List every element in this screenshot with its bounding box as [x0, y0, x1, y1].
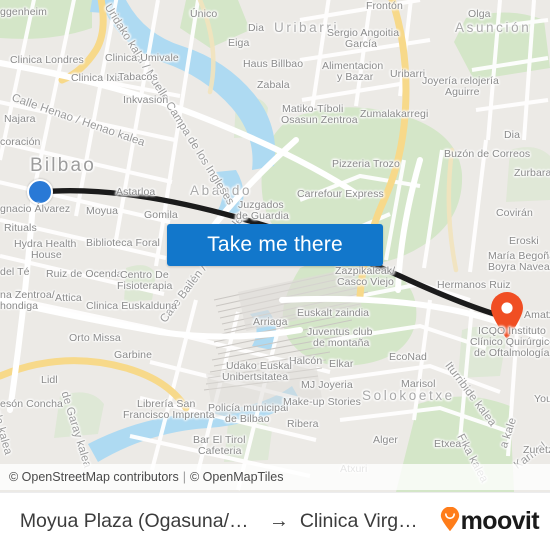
moovit-logo[interactable]: moovit [440, 506, 550, 537]
arrow-right-icon: → [268, 510, 289, 532]
route-origin-label: Moyua Plaza (Ogasuna/Haciend… [19, 510, 258, 532]
moovit-pin-icon [440, 506, 460, 537]
map-attribution: © OpenStreetMap contributors | © OpenMap… [0, 464, 550, 490]
map-canvas[interactable]: Bilbao Uribarri Asunción Abando Solokoetxe Ca… [0, 0, 550, 492]
moovit-map-screen: Bilbao Uribarri Asunción Abando Solokoetxe Ca… [0, 0, 550, 550]
attribution-separator: | [182, 470, 186, 484]
route-destination-label: Clinica Virgen B… [299, 510, 428, 532]
bottom-bar: Moyua Plaza (Ogasuna/Haciend… → Clinica … [0, 492, 550, 550]
moovit-wordmark: moovit [460, 507, 540, 535]
route-summary[interactable]: Moyua Plaza (Ogasuna/Haciend… → Clinica … [0, 510, 440, 533]
take-me-there-button[interactable]: Take me there [167, 224, 383, 266]
attribution-osm[interactable]: © OpenStreetMap contributors [9, 470, 179, 484]
destination-marker[interactable] [489, 292, 525, 340]
attribution-tiles[interactable]: © OpenMapTiles [190, 470, 284, 484]
origin-marker[interactable] [27, 179, 53, 205]
